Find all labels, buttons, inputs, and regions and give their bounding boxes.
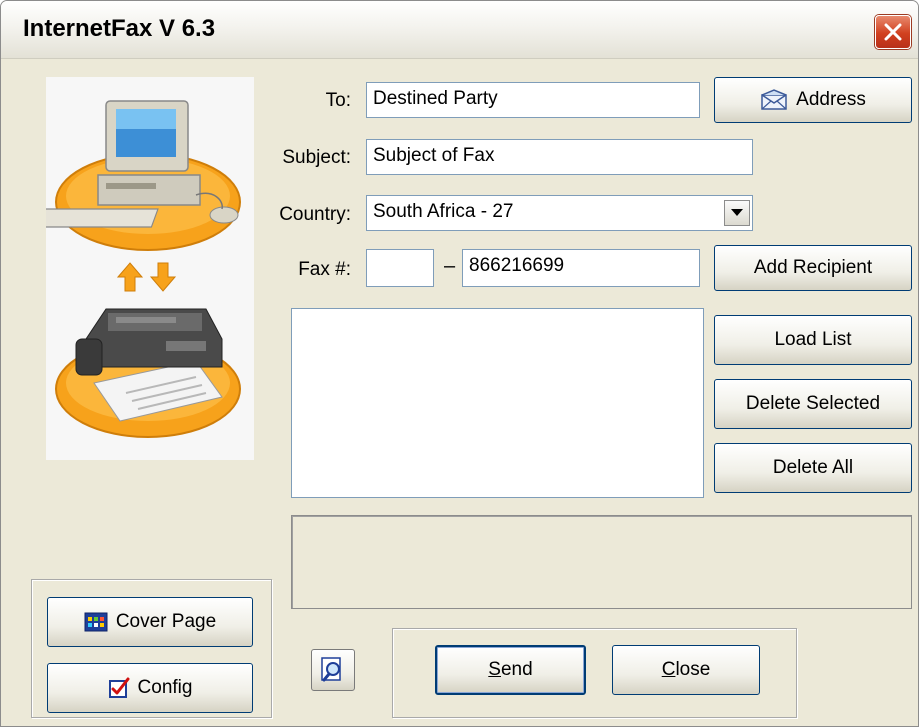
load-list-button-label: Load List <box>774 329 852 350</box>
download-arrow-icon <box>149 262 177 292</box>
status-panel <box>291 515 912 609</box>
window-title: InternetFax V 6.3 <box>23 15 216 42</box>
to-input[interactable]: Destined Party <box>366 82 700 118</box>
cover-page-button-label: Cover Page <box>115 611 217 632</box>
fax-number-input[interactable]: 866216699 <box>462 249 700 287</box>
upload-arrow-icon <box>116 262 144 292</box>
fax-machine-icon <box>75 308 223 376</box>
close-window-button[interactable] <box>875 15 911 49</box>
delete-selected-button[interactable]: Delete Selected <box>714 379 912 429</box>
address-button-label: Address <box>796 89 866 110</box>
config-button[interactable]: Config <box>47 663 253 713</box>
envelope-icon <box>761 89 787 110</box>
delete-all-button[interactable]: Delete All <box>714 443 912 493</box>
country-dropdown-button[interactable] <box>724 200 750 226</box>
to-label: To: <box>325 90 351 111</box>
fax-dash: – <box>444 255 456 277</box>
add-recipient-button-label: Add Recipient <box>753 257 873 278</box>
fax-number-label: Fax #: <box>298 259 351 280</box>
close-button-label: Close <box>661 659 711 680</box>
preview-button[interactable] <box>311 649 355 691</box>
send-button-label: Send <box>488 659 533 680</box>
country-select[interactable]: South Africa - 27 <box>366 195 753 231</box>
config-button-label: Config <box>137 677 193 698</box>
cover-page-icon <box>84 612 108 632</box>
address-button[interactable]: Address <box>714 77 912 123</box>
title-bar[interactable]: InternetFax V 6.3 <box>1 1 918 59</box>
dropdown-arrow-icon <box>731 209 743 216</box>
add-recipient-button[interactable]: Add Recipient <box>714 245 912 291</box>
load-list-button[interactable]: Load List <box>714 315 912 365</box>
subject-label: Subject: <box>282 147 351 168</box>
internetfax-window: InternetFax V 6.3 To: Destined Party Add… <box>0 0 919 727</box>
fax-illustration <box>30 77 254 460</box>
country-label: Country: <box>279 204 351 225</box>
delete-selected-button-label: Delete Selected <box>745 393 881 414</box>
cover-page-button[interactable]: Cover Page <box>47 597 253 647</box>
delete-all-button-label: Delete All <box>772 457 854 478</box>
send-button[interactable]: Send <box>435 645 586 695</box>
recipient-list[interactable] <box>291 308 704 498</box>
preview-icon <box>321 657 341 682</box>
country-select-value: South Africa - 27 <box>373 201 514 222</box>
close-icon <box>884 23 902 41</box>
fax-area-code-input[interactable] <box>366 249 434 287</box>
config-icon <box>108 677 130 698</box>
subject-input[interactable]: Subject of Fax <box>366 139 753 175</box>
close-button[interactable]: Close <box>612 645 760 695</box>
